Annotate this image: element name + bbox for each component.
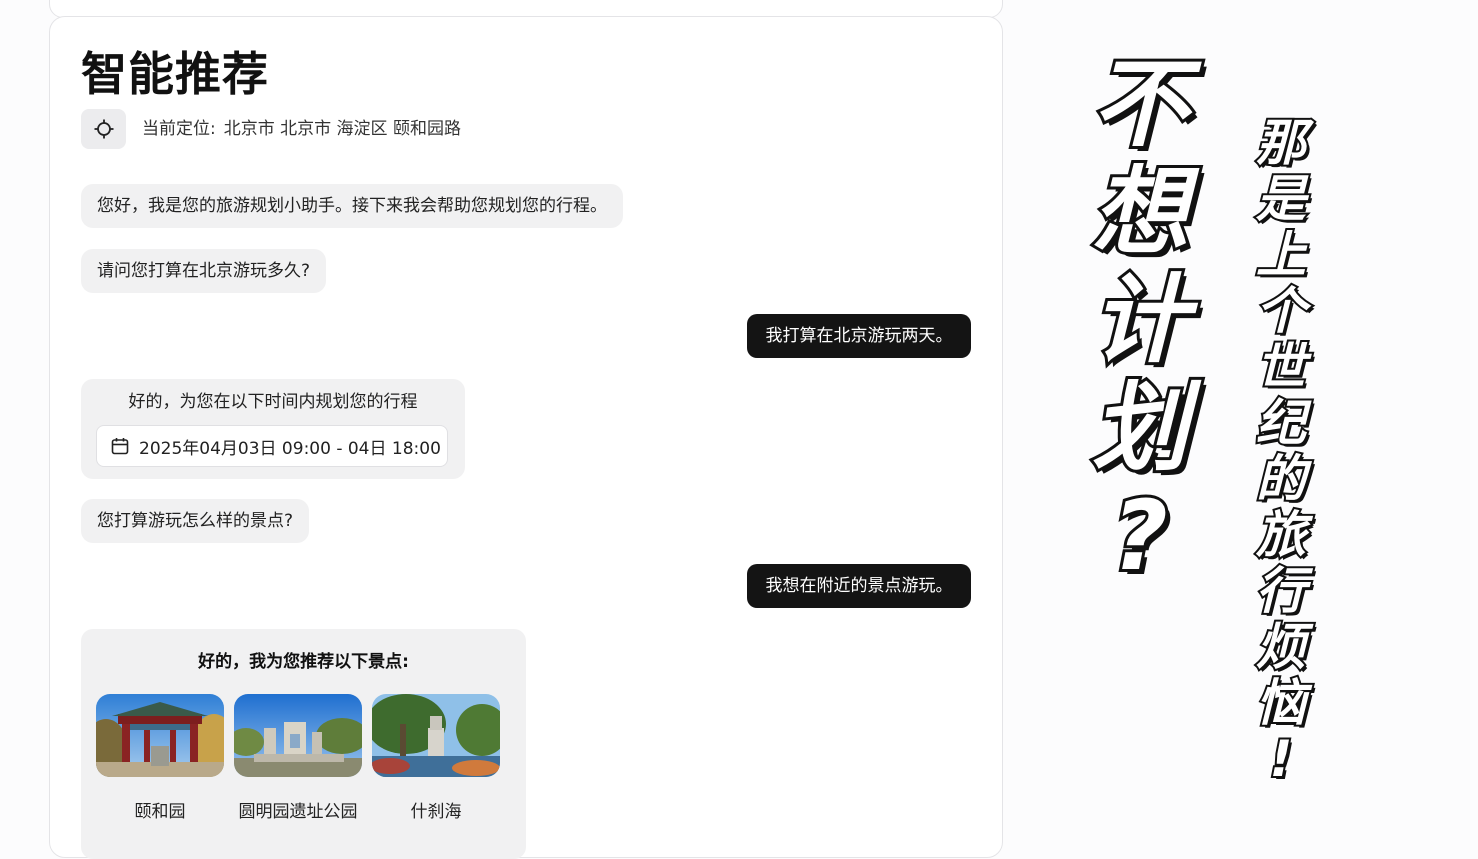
page-title: 智能推荐	[81, 47, 269, 101]
spot-card-yiheyuan[interactable]: 颐和园	[96, 694, 224, 822]
slogan-char: 想	[1089, 155, 1191, 269]
bot-message: 请问您打算在北京游玩多久?	[81, 249, 327, 293]
slogan-char: 是	[1254, 169, 1308, 229]
spot-card-yuanmingyuan[interactable]: 圆明园遗址公园	[234, 694, 362, 822]
spot-photo	[372, 694, 500, 777]
locate-icon	[94, 119, 113, 139]
slogan-char: 划	[1089, 371, 1191, 485]
slogan-char: 世	[1254, 337, 1308, 397]
slogan-char: 个	[1254, 281, 1308, 341]
spot-photo	[96, 694, 224, 777]
slogan-char: 上	[1254, 225, 1308, 285]
time-plan-text: 好的，为您在以下时间内规划您的行程	[128, 392, 418, 412]
slogan-char: 烦	[1254, 617, 1308, 677]
time-range-value: 2025年04月03日 09:00 - 04日 18:00	[139, 438, 441, 459]
spot-name: 圆明园遗址公园	[238, 802, 358, 822]
slogan-main: 不 想 计 划 ?	[1080, 47, 1200, 593]
slogan-char: 纪	[1254, 393, 1308, 453]
slogan-char: 不	[1089, 47, 1191, 161]
user-message: 我想在附近的景点游玩。	[747, 564, 971, 608]
bot-message-time: 好的，为您在以下时间内规划您的行程 2025年04月03日 09:00 - 04…	[81, 379, 465, 479]
location-address: 北京市 北京市 海淀区 颐和园路	[223, 119, 461, 139]
slogan-char: 计	[1089, 263, 1191, 377]
spot-name: 什刹海	[410, 802, 462, 822]
slogan-char: 行	[1254, 561, 1308, 621]
bot-message: 您打算游玩怎么样的景点?	[81, 499, 310, 543]
spot-photo	[234, 694, 362, 777]
user-message: 我打算在北京游玩两天。	[747, 314, 971, 358]
calendar-icon	[111, 438, 129, 455]
time-range-picker[interactable]: 2025年04月03日 09:00 - 04日 18:00	[96, 425, 448, 467]
slogan-char: 的	[1254, 449, 1308, 509]
spot-card-shichahai[interactable]: 什刹海	[372, 694, 500, 822]
locate-button[interactable]	[81, 109, 126, 149]
slogan-char: !	[1268, 729, 1295, 789]
bot-message: 您好，我是您的旅游规划小助手。接下来我会帮助您规划您的行程。	[81, 184, 623, 228]
recommend-spots: 好的，我为您推荐以下景点: 颐和园 圆明园遗址公园 什刹海	[81, 629, 526, 859]
location-label: 当前定位:	[142, 119, 216, 139]
slogan-char: 恼	[1254, 673, 1308, 733]
slogan-char: 那	[1254, 113, 1308, 173]
current-location: 当前定位: 北京市 北京市 海淀区 颐和园路	[142, 118, 461, 140]
spot-name: 颐和园	[134, 802, 186, 822]
slogan-char: 旅	[1254, 505, 1308, 565]
slogan-char: ?	[1109, 479, 1171, 593]
slogan-sub: 那 是 上 个 世 纪 的 旅 行 烦 恼 !	[1246, 113, 1316, 795]
recommend-title: 好的，我为您推荐以下景点:	[198, 652, 409, 672]
